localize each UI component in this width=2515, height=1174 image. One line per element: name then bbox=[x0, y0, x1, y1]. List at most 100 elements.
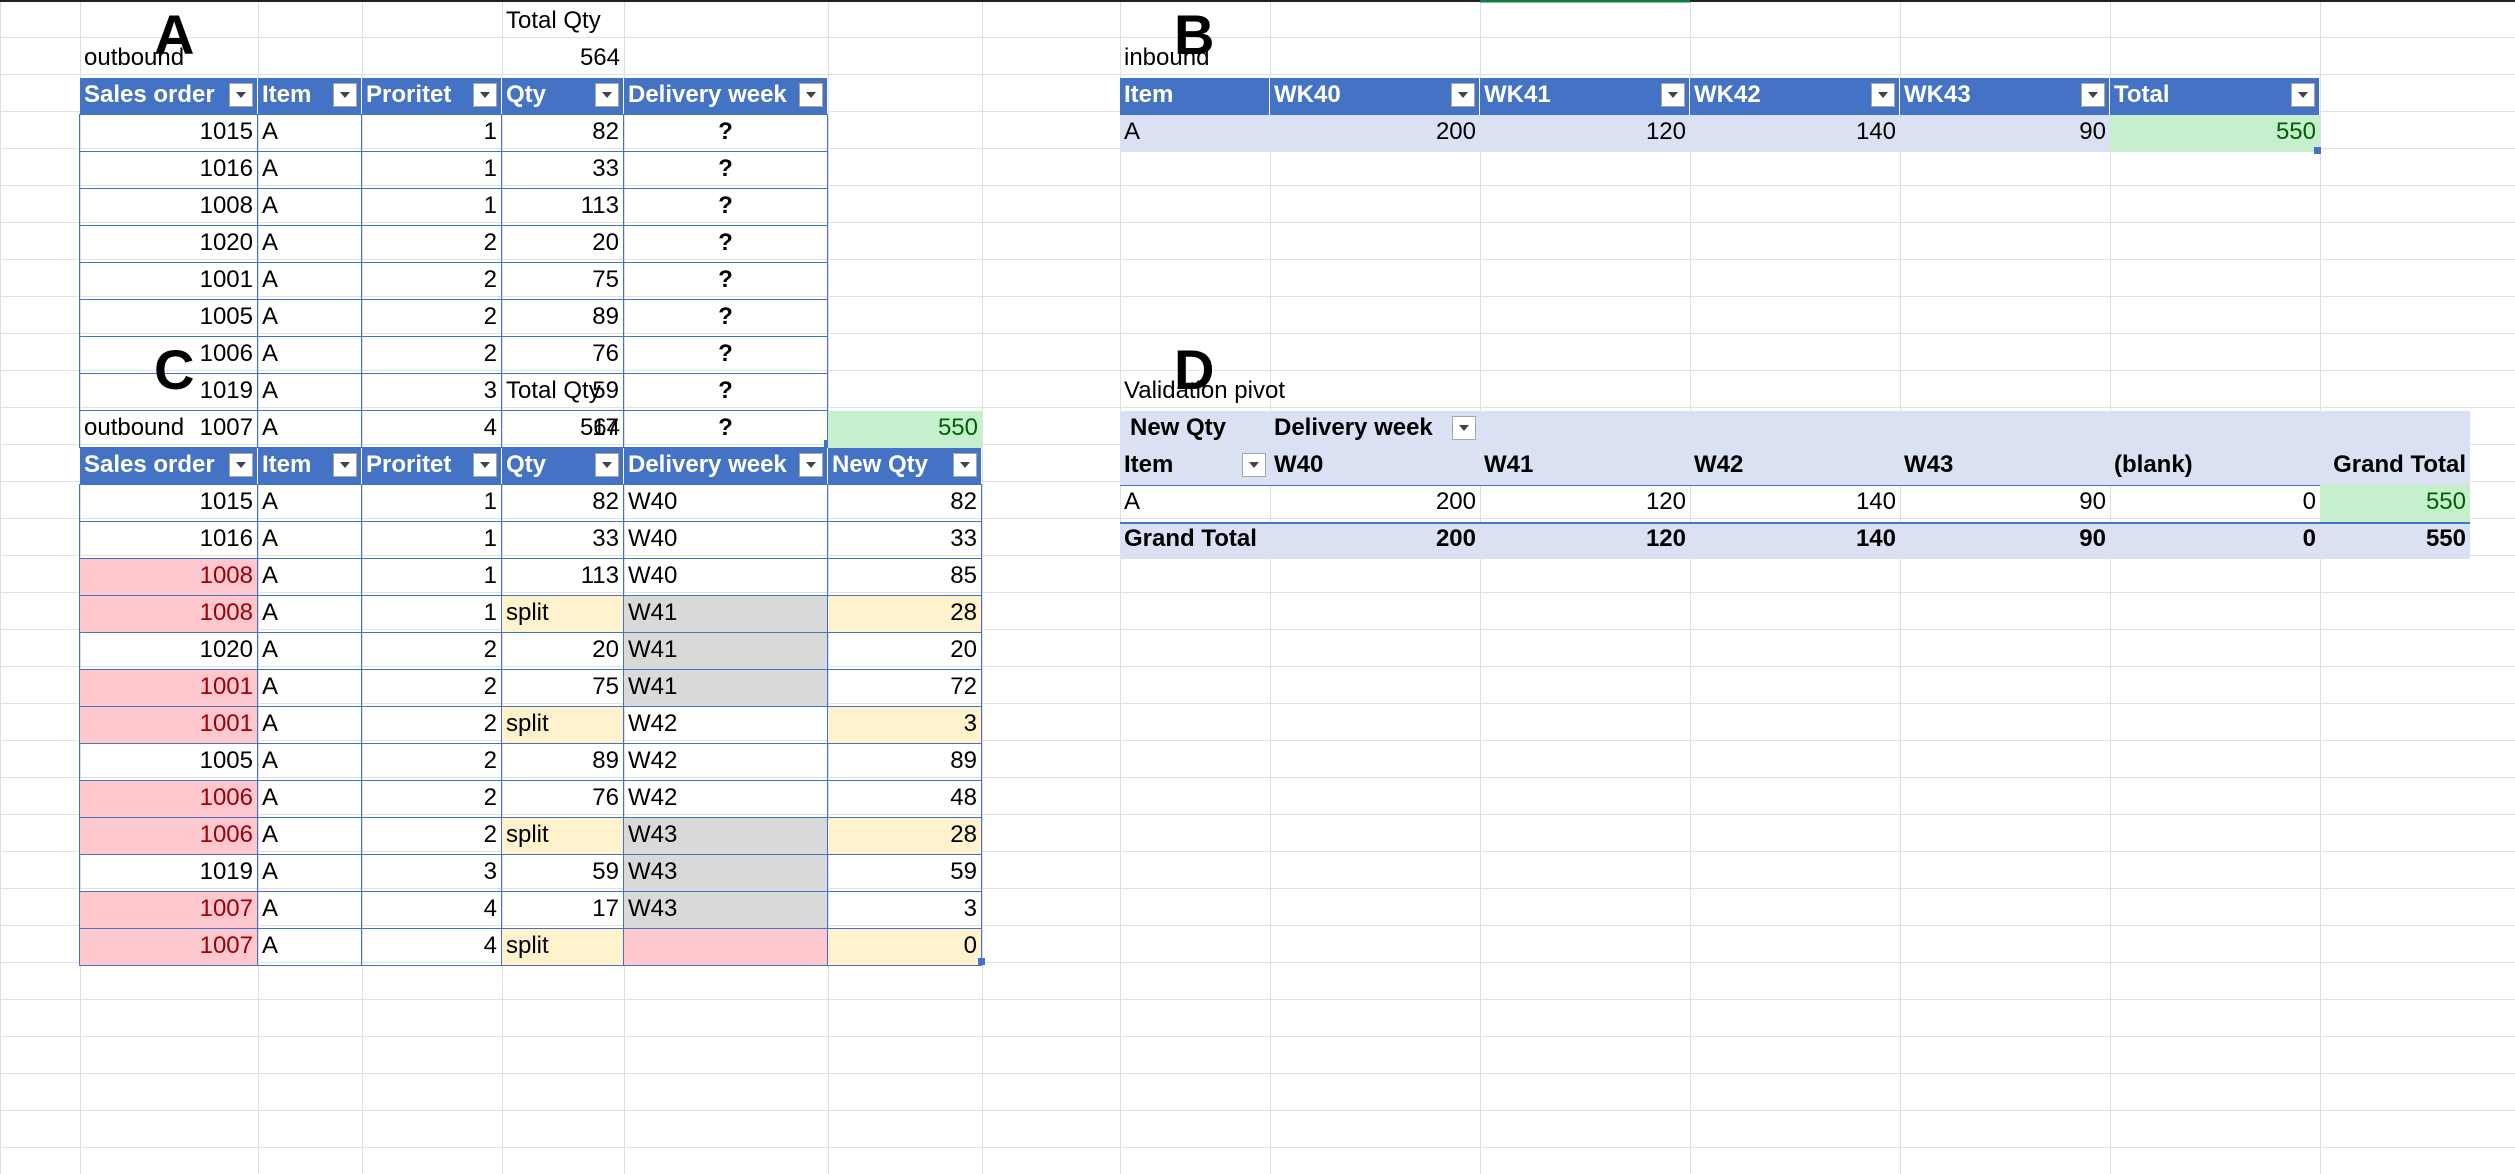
table-a-header[interactable]: Qty bbox=[502, 78, 624, 115]
table-c-cell[interactable]: 1 bbox=[361, 595, 502, 633]
filter-dropdown-icon[interactable] bbox=[595, 453, 619, 477]
table-a-cell[interactable]: 2 bbox=[361, 299, 502, 337]
pivot-cell[interactable]: 0 bbox=[2110, 485, 2320, 522]
table-c-cell[interactable]: 59 bbox=[501, 854, 624, 892]
pivot-grand-total-cell[interactable]: 90 bbox=[1900, 522, 2110, 559]
table-a-cell[interactable]: ? bbox=[623, 188, 828, 226]
pivot-row-grand-total[interactable]: 550 bbox=[2320, 485, 2470, 522]
table-a-cell[interactable]: 2 bbox=[361, 336, 502, 374]
table-a-cell[interactable]: ? bbox=[623, 410, 828, 448]
table-c-cell[interactable]: A bbox=[257, 558, 362, 596]
table-a-cell[interactable]: 2 bbox=[361, 262, 502, 300]
table-b-cell[interactable]: 90 bbox=[1900, 115, 2110, 152]
table-c-week-grey[interactable]: W43 bbox=[623, 817, 828, 855]
table-a-cell[interactable]: A bbox=[257, 299, 362, 337]
table-a-cell[interactable]: 1016 bbox=[79, 151, 258, 189]
table-a-cell[interactable]: A bbox=[257, 225, 362, 263]
table-c-cell[interactable]: A bbox=[257, 928, 362, 966]
table-c-cell[interactable]: W40 bbox=[623, 521, 828, 559]
table-a-cell[interactable]: ? bbox=[623, 373, 828, 411]
table-c-split-qty[interactable]: 3 bbox=[827, 706, 982, 744]
table-c-split-cell[interactable]: split bbox=[501, 928, 624, 966]
table-b-header[interactable]: WK41 bbox=[1480, 78, 1690, 115]
table-c-split-cell[interactable]: split bbox=[501, 817, 624, 855]
table-c-cell[interactable]: 3 bbox=[361, 854, 502, 892]
table-c-duplicate-order[interactable]: 1007 bbox=[79, 891, 258, 929]
filter-dropdown-icon[interactable] bbox=[1451, 83, 1475, 107]
table-c-header[interactable]: New Qty bbox=[828, 448, 982, 485]
table-a-cell[interactable]: 33 bbox=[501, 151, 624, 189]
filter-dropdown-icon[interactable] bbox=[1242, 453, 1266, 477]
pivot-grand-total-cell[interactable]: Grand Total bbox=[1120, 522, 1270, 559]
table-a-header[interactable]: Item bbox=[258, 78, 362, 115]
table-c-cell[interactable]: 4 bbox=[361, 928, 502, 966]
filter-dropdown-icon[interactable] bbox=[333, 453, 357, 477]
table-c-duplicate-order[interactable]: 1001 bbox=[79, 706, 258, 744]
table-b-cell[interactable]: 140 bbox=[1690, 115, 1900, 152]
table-a-cell[interactable]: A bbox=[257, 151, 362, 189]
filter-dropdown-icon[interactable] bbox=[333, 83, 357, 107]
table-c-cell[interactable]: 1016 bbox=[79, 521, 258, 559]
table-c-week-grey[interactable]: W41 bbox=[623, 669, 828, 707]
table-a-cell[interactable]: A bbox=[257, 262, 362, 300]
table-a-cell[interactable]: A bbox=[257, 114, 362, 152]
pivot-grand-total-cell[interactable]: 200 bbox=[1270, 522, 1480, 559]
table-c-cell[interactable]: A bbox=[257, 743, 362, 781]
spreadsheet-grid[interactable]: A Total Qty outbound 564 Sales order Item Pror… bbox=[0, 0, 2515, 1174]
table-c-week-grey[interactable]: W41 bbox=[623, 632, 828, 670]
table-a-header[interactable]: Delivery week bbox=[624, 78, 828, 115]
pivot-cell[interactable]: 120 bbox=[1480, 485, 1690, 522]
table-c-cell[interactable]: 3 bbox=[827, 891, 982, 929]
pivot-grand-total-cell[interactable]: 0 bbox=[2110, 522, 2320, 559]
table-c-cell[interactable]: 72 bbox=[827, 669, 982, 707]
table-c-split-qty[interactable]: 28 bbox=[827, 595, 982, 633]
table-c-cell[interactable]: 1 bbox=[361, 484, 502, 522]
table-a-cell[interactable]: A bbox=[257, 373, 362, 411]
table-c-cell[interactable]: 1019 bbox=[79, 854, 258, 892]
filter-dropdown-icon[interactable] bbox=[473, 453, 497, 477]
table-a-cell[interactable]: 1001 bbox=[79, 262, 258, 300]
table-c-split-qty[interactable]: 28 bbox=[827, 817, 982, 855]
table-c-cell[interactable]: 82 bbox=[501, 484, 624, 522]
table-a-cell[interactable]: ? bbox=[623, 336, 828, 374]
table-c-duplicate-order[interactable]: 1006 bbox=[79, 780, 258, 818]
table-c-cell[interactable]: A bbox=[257, 854, 362, 892]
table-resize-handle[interactable] bbox=[978, 958, 985, 965]
table-a-cell[interactable]: 1008 bbox=[79, 188, 258, 226]
table-c-week-grey[interactable]: W43 bbox=[623, 854, 828, 892]
pivot-cell[interactable]: 90 bbox=[1900, 485, 2110, 522]
table-c-cell[interactable]: A bbox=[257, 780, 362, 818]
filter-dropdown-icon[interactable] bbox=[1661, 83, 1685, 107]
table-c-cell[interactable]: A bbox=[257, 706, 362, 744]
filter-dropdown-icon[interactable] bbox=[1871, 83, 1895, 107]
table-c-cell[interactable]: A bbox=[257, 595, 362, 633]
table-a-cell[interactable]: ? bbox=[623, 262, 828, 300]
table-c-cell[interactable]: 1015 bbox=[79, 484, 258, 522]
table-c-duplicate-order[interactable]: 1006 bbox=[79, 817, 258, 855]
table-c-cell[interactable]: 75 bbox=[501, 669, 624, 707]
table-a-cell[interactable]: ? bbox=[623, 151, 828, 189]
table-a-cell[interactable]: ? bbox=[623, 114, 828, 152]
table-b-header[interactable]: Total bbox=[2110, 78, 2320, 115]
table-a-cell[interactable]: 4 bbox=[361, 410, 502, 448]
table-c-cell[interactable]: A bbox=[257, 632, 362, 670]
table-c-header[interactable]: Qty bbox=[502, 448, 624, 485]
table-c-split-cell[interactable]: split bbox=[501, 595, 624, 633]
table-c-week-grey[interactable]: W43 bbox=[623, 891, 828, 929]
table-c-cell[interactable]: 59 bbox=[827, 854, 982, 892]
filter-dropdown-icon[interactable] bbox=[229, 453, 253, 477]
filter-dropdown-icon[interactable] bbox=[229, 83, 253, 107]
table-c-duplicate-order[interactable]: 1001 bbox=[79, 669, 258, 707]
table-c-cell[interactable]: 2 bbox=[361, 743, 502, 781]
pivot-grand-total-cell[interactable]: 550 bbox=[2320, 522, 2470, 559]
table-b-cell[interactable]: 120 bbox=[1480, 115, 1690, 152]
table-c-cell[interactable]: 1 bbox=[361, 558, 502, 596]
table-c-cell[interactable]: 2 bbox=[361, 780, 502, 818]
table-c-duplicate-order[interactable]: 1008 bbox=[79, 595, 258, 633]
table-a-cell[interactable]: A bbox=[257, 188, 362, 226]
table-c-cell[interactable]: 2 bbox=[361, 817, 502, 855]
pivot-cell[interactable]: 140 bbox=[1690, 485, 1900, 522]
table-c-cell[interactable]: 2 bbox=[361, 632, 502, 670]
table-c-split-cell[interactable]: split bbox=[501, 706, 624, 744]
table-c-cell[interactable]: 89 bbox=[827, 743, 982, 781]
